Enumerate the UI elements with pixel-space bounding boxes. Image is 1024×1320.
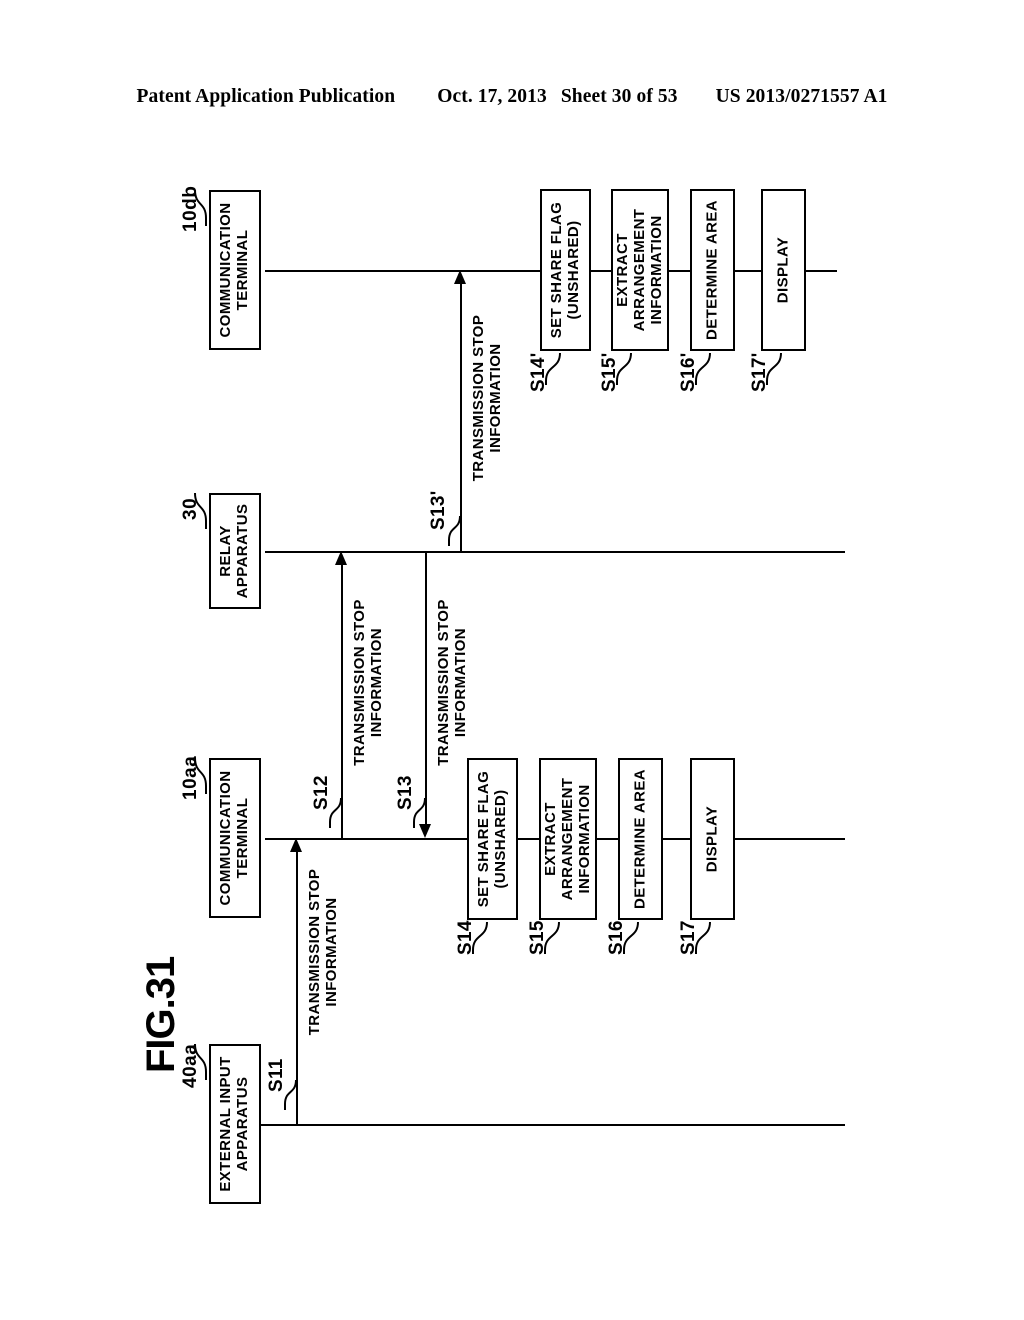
leader-line-s16	[623, 921, 639, 954]
leader-line-10aa	[194, 757, 207, 794]
process-box-s16-label: DETERMINE AREA	[631, 768, 649, 910]
figure-caption: FIG.31	[139, 956, 183, 1073]
message-arrowhead-s12	[335, 551, 347, 565]
process-box-s15-prime: EXTRACT ARRANGEMENT INFORMATION	[611, 189, 669, 351]
leader-line-40aa	[194, 1043, 207, 1080]
message-label-s13: TRANSMISSION STOP INFORMATION	[435, 599, 469, 766]
process-box-s17-prime: DISPLAY	[761, 189, 806, 351]
leader-line-s13-prime	[448, 515, 461, 546]
leader-line-s16-prime	[695, 352, 711, 385]
process-box-s14: SET SHARE FLAG (UNSHARED)	[467, 758, 518, 920]
actor-box-10aa-label: COMMUNICATION TERMINAL	[217, 770, 251, 906]
process-box-s17: DISPLAY	[690, 758, 735, 920]
process-box-s16-prime-label: DETERMINE AREA	[703, 199, 721, 341]
leader-line-s15	[544, 921, 560, 954]
leader-line-s14	[472, 921, 488, 954]
process-box-s17-label: DISPLAY	[703, 805, 721, 873]
process-box-s15-label: EXTRACT ARRANGEMENT INFORMATION	[541, 777, 593, 901]
process-box-s14-prime: SET SHARE FLAG (UNSHARED)	[540, 189, 591, 351]
leader-line-s13	[413, 797, 426, 828]
message-arrow-s13-prime	[460, 282, 462, 551]
process-box-s16: DETERMINE AREA	[618, 758, 663, 920]
figure-31: FIG.31 COMMUNICATION TERMINAL 10db RELAY…	[0, 0, 1024, 1320]
message-label-s12: TRANSMISSION STOP INFORMATION	[351, 599, 385, 766]
lifeline-40aa	[209, 1124, 845, 1126]
leader-line-s12	[329, 797, 342, 828]
actor-box-10db: COMMUNICATION TERMINAL	[209, 190, 261, 350]
message-label-s11: TRANSMISSION STOP INFORMATION	[306, 868, 340, 1036]
leader-line-s14-prime	[545, 352, 561, 385]
actor-box-40aa: EXTERNAL INPUT APPARATUS	[209, 1044, 261, 1204]
process-box-s15-prime-label: EXTRACT ARRANGEMENT INFORMATION	[613, 208, 665, 332]
leader-line-s17-prime	[766, 352, 782, 385]
message-label-s13-prime: TRANSMISSION STOP INFORMATION	[470, 314, 504, 482]
lifeline-30	[265, 551, 845, 553]
process-box-s14-label: SET SHARE FLAG (UNSHARED)	[474, 770, 509, 908]
actor-box-30-label: RELAY APPARATUS	[217, 503, 251, 599]
message-arrow-s13	[425, 551, 427, 826]
leader-line-s15-prime	[616, 352, 632, 385]
process-box-s15: EXTRACT ARRANGEMENT INFORMATION	[539, 758, 597, 920]
message-arrowhead-s11	[290, 838, 302, 852]
process-box-s14-prime-label: SET SHARE FLAG (UNSHARED)	[547, 201, 582, 339]
actor-box-30: RELAY APPARATUS	[209, 493, 261, 609]
process-box-s16-prime: DETERMINE AREA	[690, 189, 735, 351]
leader-line-s17	[695, 921, 711, 954]
leader-line-s11	[284, 1079, 297, 1110]
actor-box-10aa: COMMUNICATION TERMINAL	[209, 758, 261, 918]
leader-line-30	[194, 492, 207, 529]
process-box-s17-prime-label: DISPLAY	[774, 236, 792, 304]
actor-box-10db-label: COMMUNICATION TERMINAL	[217, 202, 251, 338]
leader-line-10db	[194, 189, 207, 226]
actor-box-40aa-label: EXTERNAL INPUT APPARATUS	[217, 1056, 251, 1192]
message-arrowhead-s13-prime	[454, 270, 466, 284]
